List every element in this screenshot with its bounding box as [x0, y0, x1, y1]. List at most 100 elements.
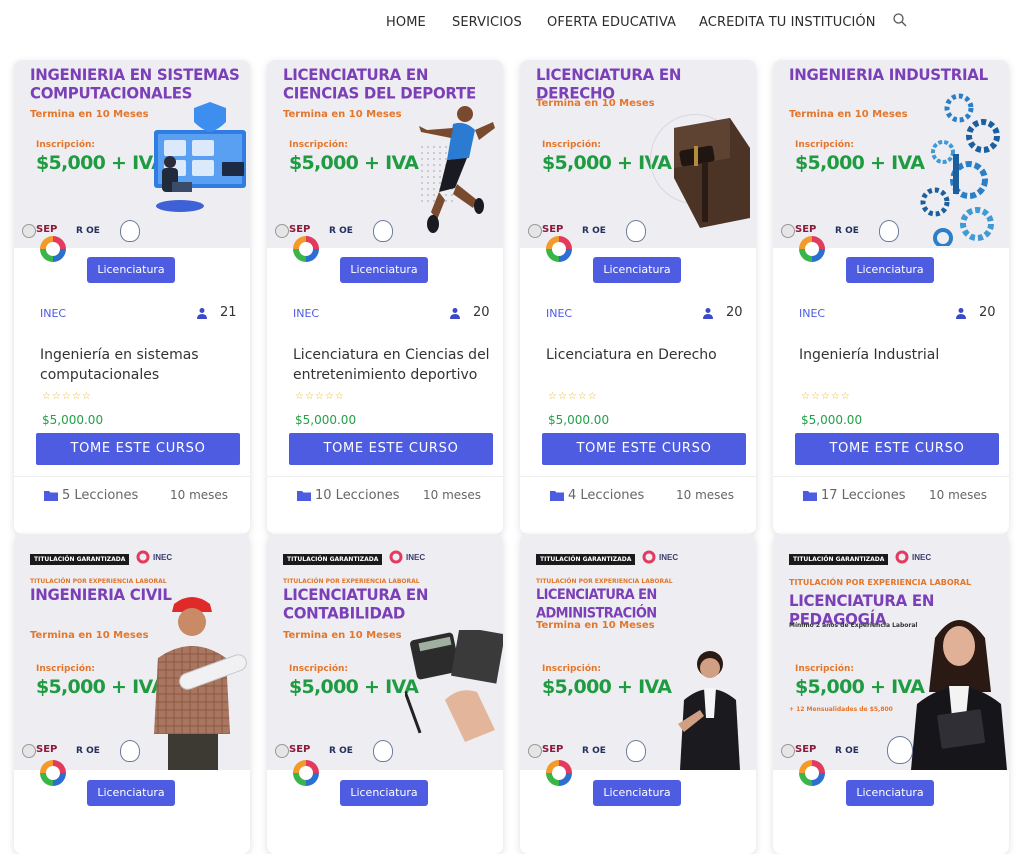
category-badge[interactable]: Licenciatura — [340, 257, 428, 283]
thumb-inscripcion: Inscripción: — [542, 664, 602, 674]
course-title[interactable]: Ingeniería Industrial — [799, 345, 999, 365]
course-card[interactable]: INGENIERIA EN SISTEMAS COMPUTACIONALES T… — [14, 60, 250, 534]
course-card[interactable]: TITULACIÓN GARANTIZADA INEC TITULACIÓN P… — [520, 534, 756, 854]
course-thumbnail: LICENCIATURA EN CIENCIAS DEL DEPORTE Ter… — [267, 60, 503, 248]
seal-icon — [275, 224, 289, 238]
tag-experiencia: TITULACIÓN POR EXPERIENCIA LABORAL — [536, 578, 673, 585]
category-badge[interactable]: Licenciatura — [593, 780, 681, 806]
tag-experiencia: TITULACIÓN POR EXPERIENCIA LABORAL — [789, 578, 972, 587]
computer-illustration — [154, 102, 246, 212]
thumb-title: INGENIERIA INDUSTRIAL — [789, 64, 988, 85]
rvoe-logo: R OE — [329, 226, 353, 236]
thumb-inscripcion: Inscripción: — [289, 140, 349, 150]
thumb-title: LICENCIATURA EN CONTABILIDAD — [283, 584, 429, 623]
category-badge[interactable]: Licenciatura — [87, 257, 175, 283]
course-duration: 10 meses — [423, 488, 482, 502]
institution-link[interactable]: INEC — [799, 307, 825, 320]
take-course-button[interactable]: TOME ESTE CURSO — [542, 433, 746, 465]
course-grid: INGENIERIA EN SISTEMAS COMPUTACIONALES T… — [0, 44, 1024, 854]
gavel-illustration — [674, 118, 750, 228]
course-title[interactable]: Ingeniería en sistemas computacionales — [40, 345, 240, 385]
course-thumbnail: TITULACIÓN GARANTIZADA INEC TITULACIÓN P… — [520, 534, 756, 770]
shield-icon — [887, 736, 913, 764]
student-count-value: 20 — [473, 305, 490, 320]
top-nav: HOME SERVICIOS OFERTA EDUCATIVA ACREDITA… — [0, 0, 1024, 44]
lesson-count-value: 10 Lecciones — [315, 488, 400, 503]
thumb-inscripcion: Inscripción: — [542, 140, 602, 150]
sep-logo: SEP — [542, 744, 564, 755]
category-badge[interactable]: Licenciatura — [846, 780, 934, 806]
rvoe-logo: R OE — [582, 226, 606, 236]
course-title[interactable]: Licenciatura en Ciencias del entretenimi… — [293, 345, 493, 385]
shield-icon — [626, 740, 646, 762]
student-count-value: 20 — [726, 305, 743, 320]
inec-logo: INEC — [642, 550, 678, 564]
course-thumbnail: TITULACIÓN GARANTIZADA INEC TITULACIÓN P… — [773, 534, 1009, 770]
lesson-count: 17 Lecciones — [803, 488, 906, 503]
sep-logo: SEP — [36, 224, 58, 235]
seal-icon — [22, 224, 36, 238]
course-thumbnail: TITULACIÓN GARANTIZADA INEC TITULACIÓN P… — [267, 534, 503, 770]
institution-link[interactable]: INEC — [40, 307, 66, 320]
inec-ring-icon — [546, 760, 572, 786]
lesson-count-value: 5 Lecciones — [62, 488, 139, 503]
rating-stars: ☆☆☆☆☆ — [548, 391, 598, 402]
folder-icon — [550, 491, 564, 501]
course-card[interactable]: TITULACIÓN GARANTIZADA INEC TITULACIÓN P… — [14, 534, 250, 854]
course-duration: 10 meses — [929, 488, 988, 502]
take-course-button[interactable]: TOME ESTE CURSO — [289, 433, 493, 465]
course-card[interactable]: LICENCIATURA EN DERECHO Termina en 10 Me… — [520, 60, 756, 534]
thumb-price: $5,000 + IVA — [289, 676, 419, 698]
category-badge[interactable]: Licenciatura — [846, 257, 934, 283]
lesson-count-value: 17 Lecciones — [821, 488, 906, 503]
rating-stars: ☆☆☆☆☆ — [801, 391, 851, 402]
thumb-inscripcion: Inscripción: — [36, 664, 96, 674]
sep-logo: SEP — [36, 744, 58, 755]
seal-icon — [781, 744, 795, 758]
rvoe-logo: R OE — [329, 746, 353, 756]
course-card[interactable]: TITULACIÓN GARANTIZADA INEC TITULACIÓN P… — [773, 534, 1009, 854]
shield-icon — [373, 740, 393, 762]
inec-ring-icon — [293, 760, 319, 786]
sep-logo: SEP — [795, 744, 817, 755]
nav-oferta-educativa[interactable]: OFERTA EDUCATIVA — [547, 15, 676, 30]
inec-logo-icon — [389, 550, 403, 564]
institution-link[interactable]: INEC — [293, 307, 319, 320]
seal-icon — [22, 744, 36, 758]
search-icon[interactable] — [892, 12, 908, 28]
rvoe-logo: R OE — [76, 226, 100, 236]
course-title[interactable]: Licenciatura en Derecho — [546, 345, 746, 365]
course-card[interactable]: INGENIERIA INDUSTRIAL Termina en 10 Mese… — [773, 60, 1009, 534]
nav-acredita[interactable]: ACREDITA TU INSTITUCIÓN — [699, 15, 876, 30]
course-card[interactable]: LICENCIATURA EN CIENCIAS DEL DEPORTE Ter… — [267, 60, 503, 534]
student-icon — [197, 307, 207, 319]
thumb-termina: Termina en 10 Meses — [30, 630, 149, 641]
category-badge[interactable]: Licenciatura — [87, 780, 175, 806]
inec-logo: INEC — [895, 550, 931, 564]
runner-illustration — [419, 106, 495, 233]
sep-logo: SEP — [795, 224, 817, 235]
thumb-inscripcion: Inscripción: — [289, 664, 349, 674]
shield-icon — [120, 220, 140, 242]
student-count-value: 21 — [220, 305, 237, 320]
inec-ring-icon — [799, 236, 825, 262]
nav-servicios[interactable]: SERVICIOS — [452, 15, 522, 30]
lesson-count: 4 Lecciones — [550, 488, 644, 503]
inec-logo: INEC — [136, 550, 172, 564]
thumb-termina: Termina en 10 Meses — [536, 98, 655, 109]
take-course-button[interactable]: TOME ESTE CURSO — [795, 433, 999, 465]
take-course-button[interactable]: TOME ESTE CURSO — [36, 433, 240, 465]
inec-ring-icon — [293, 236, 319, 262]
institution-link[interactable]: INEC — [546, 307, 572, 320]
course-card[interactable]: TITULACIÓN GARANTIZADA INEC TITULACIÓN P… — [267, 534, 503, 854]
student-count-value: 20 — [979, 305, 996, 320]
inec-ring-icon — [799, 760, 825, 786]
category-badge[interactable]: Licenciatura — [593, 257, 681, 283]
thumb-price: $5,000 + IVA — [795, 152, 925, 174]
category-badge[interactable]: Licenciatura — [340, 780, 428, 806]
thumb-price: $5,000 + IVA — [795, 676, 925, 698]
lesson-count: 10 Lecciones — [297, 488, 400, 503]
nav-home[interactable]: HOME — [386, 15, 426, 30]
card-divider — [14, 476, 250, 477]
tag-garantizada: TITULACIÓN GARANTIZADA — [30, 554, 130, 565]
